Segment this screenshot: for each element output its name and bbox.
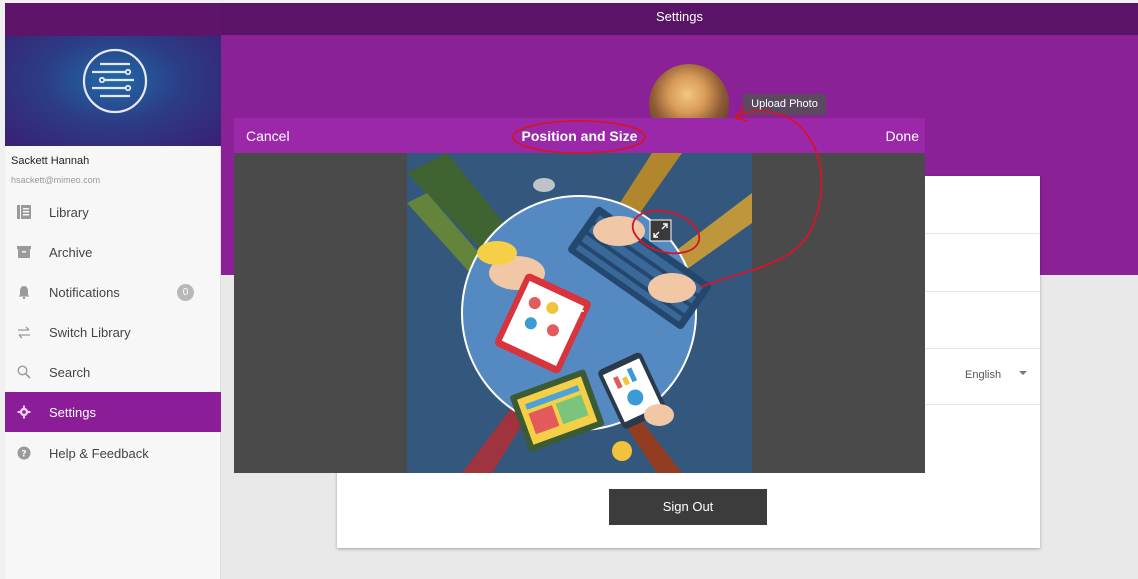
upload-photo-tooltip: Upload Photo	[743, 94, 826, 115]
app-logo-icon	[82, 48, 148, 114]
sign-out-button[interactable]: Sign Out	[609, 489, 767, 525]
modal-title: Position and Size	[521, 128, 638, 144]
hand-illustration	[593, 216, 645, 246]
profile-email: hsackett@mimeo.com	[11, 175, 101, 185]
sidebar-item-library[interactable]: Library	[5, 192, 221, 232]
app-bar-title: Settings	[221, 3, 1138, 35]
sidebar-item-help-feedback[interactable]: ? Help & Feedback	[5, 433, 221, 473]
help-icon: ?	[16, 445, 32, 461]
sidebar-item-search[interactable]: Search	[5, 352, 221, 392]
sidebar: Sackett Hannah hsackett@mimeo.com Librar…	[5, 3, 221, 579]
hand-illustration	[644, 404, 674, 426]
search-icon	[16, 364, 32, 380]
archive-icon	[16, 244, 32, 260]
sidebar-item-notifications[interactable]: Notifications 0	[5, 272, 221, 312]
sidebar-item-label: Switch Library	[49, 324, 131, 340]
resize-handle-icon[interactable]	[649, 219, 672, 242]
sidebar-top-band	[5, 3, 221, 36]
chat-icon	[612, 441, 632, 461]
sidebar-item-switch-library[interactable]: Switch Library	[5, 312, 221, 352]
crop-modal-header: Cancel Position and Size Done	[234, 118, 925, 153]
sidebar-item-label: Library	[49, 204, 89, 220]
sidebar-item-label: Search	[49, 364, 91, 380]
sidebar-item-label: Help & Feedback	[49, 445, 149, 461]
done-button[interactable]: Done	[886, 128, 919, 144]
sidebar-header	[5, 36, 221, 146]
profile-name: Sackett Hannah	[11, 155, 90, 167]
sidebar-item-label: Settings	[49, 404, 96, 420]
chevron-down-icon[interactable]	[1019, 371, 1027, 375]
language-select[interactable]: English	[965, 369, 1001, 381]
sleeve-illustration	[477, 241, 517, 265]
sidebar-item-label: Notifications	[49, 284, 120, 300]
bell-icon	[16, 284, 32, 300]
gear-icon	[16, 404, 32, 420]
sidebar-item-settings[interactable]: Settings	[5, 392, 221, 432]
switch-icon	[16, 324, 32, 340]
library-icon	[16, 204, 32, 220]
crop-area[interactable]	[234, 153, 925, 473]
svg-text:?: ?	[21, 450, 26, 460]
notification-count-badge: 0	[177, 284, 194, 301]
sidebar-item-label: Archive	[49, 244, 93, 260]
hand-illustration	[648, 273, 696, 303]
screen: Sackett Hannah hsackett@mimeo.com Librar…	[0, 0, 1138, 579]
sidebar-item-archive[interactable]: Archive	[5, 232, 221, 272]
crop-image[interactable]	[407, 153, 752, 473]
